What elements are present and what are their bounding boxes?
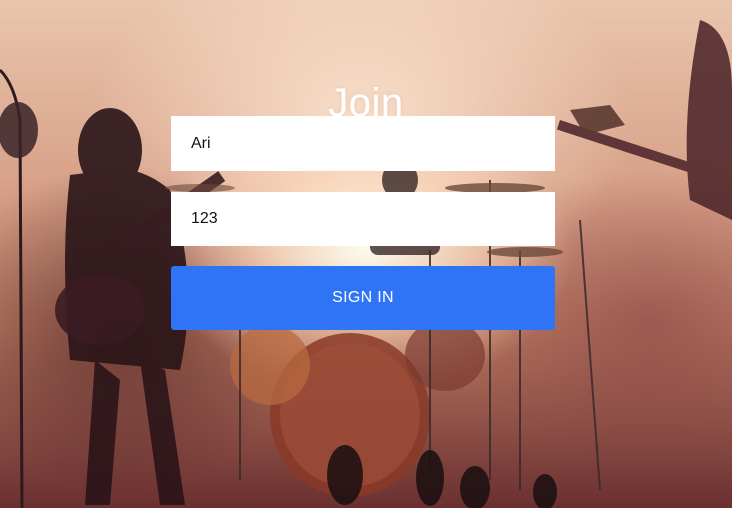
sign-in-button[interactable]: SIGN IN	[171, 266, 555, 330]
concert-band-photo	[0, 20, 732, 508]
username-input[interactable]	[171, 116, 555, 171]
password-input[interactable]	[171, 192, 555, 246]
